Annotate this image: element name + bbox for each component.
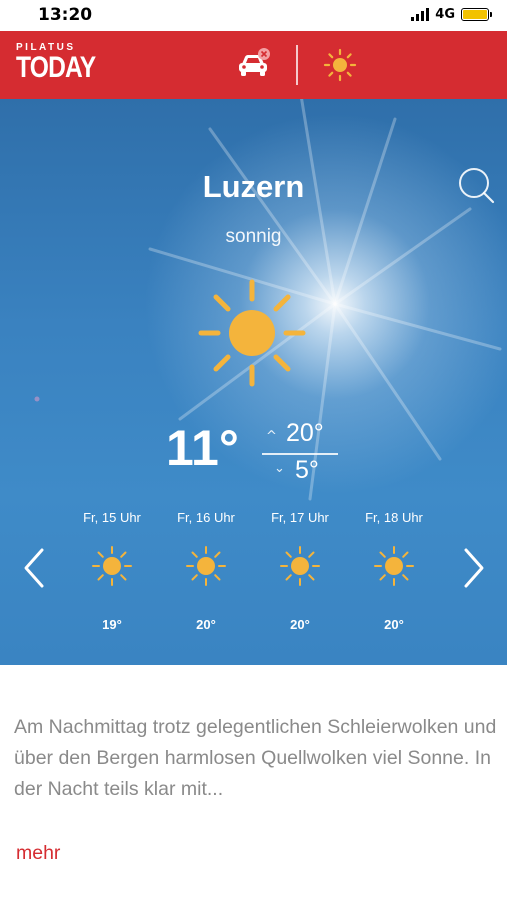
chevron-down-icon: ⌄ — [274, 461, 285, 476]
forecast-temp: 20° — [290, 617, 310, 632]
network-label: 4G — [435, 7, 455, 22]
high-temperature: 20° — [286, 419, 324, 447]
current-temperature: 11° — [166, 420, 239, 476]
chevron-right-icon[interactable] — [458, 546, 488, 590]
temperature-divider — [262, 453, 338, 455]
status-indicators: 4G — [411, 7, 492, 22]
chevron-left-icon[interactable] — [20, 546, 50, 590]
app-logo[interactable]: PILATUS TODAY — [16, 43, 113, 83]
low-temperature: 5° — [295, 456, 319, 484]
chevron-up-icon: ^ — [266, 429, 277, 444]
sun-icon[interactable] — [320, 47, 360, 83]
app-bar-divider — [296, 45, 298, 85]
signal-icon — [411, 8, 430, 21]
car-icon[interactable] — [236, 47, 272, 83]
forecast-temp: 20° — [384, 617, 404, 632]
status-bar: 13:20 4G — [0, 0, 507, 31]
weather-description: Am Nachmittag trotz gelegentlichen Schle… — [14, 716, 497, 800]
weather-hero: Luzern sonnig 11° ^ 20° ⌄ 5° Fr, 15 Uhr … — [0, 99, 507, 665]
logo-big-text: TODAY — [16, 51, 96, 84]
forecast-time: Fr, 18 Uhr — [365, 510, 423, 525]
search-icon[interactable] — [456, 165, 496, 205]
sun-icon — [186, 546, 226, 586]
forecast-temp: 19° — [102, 617, 122, 632]
app-bar: PILATUS TODAY — [0, 31, 507, 99]
sun-icon — [280, 546, 320, 586]
sun-icon — [374, 546, 414, 586]
battery-icon — [461, 8, 492, 21]
sun-icon — [92, 546, 132, 586]
status-time: 13:20 — [38, 5, 93, 25]
more-link[interactable]: mehr — [16, 842, 60, 865]
sun-icon — [196, 277, 308, 389]
forecast-time: Fr, 17 Uhr — [271, 510, 329, 525]
city-name: Luzern — [202, 169, 305, 204]
forecast-time: Fr, 15 Uhr — [83, 510, 141, 525]
forecast-time: Fr, 16 Uhr — [177, 510, 235, 525]
forecast-temp: 20° — [196, 617, 216, 632]
weather-condition: sonnig — [225, 226, 282, 247]
